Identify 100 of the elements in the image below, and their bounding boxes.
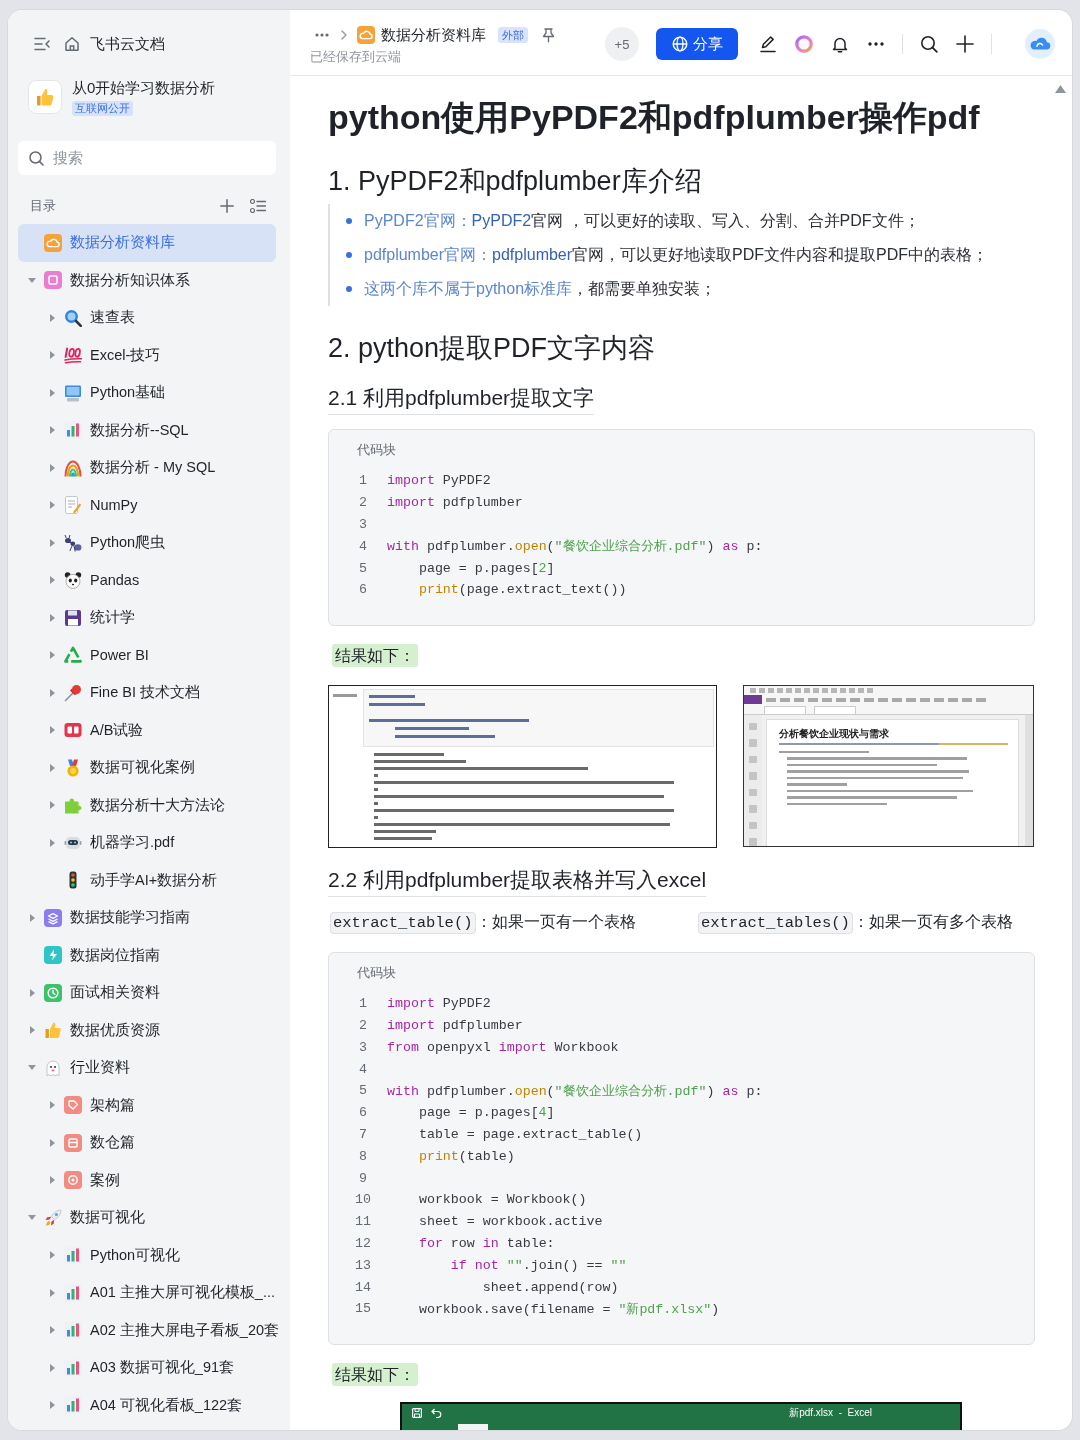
caret-icon[interactable] — [49, 388, 55, 397]
tree-item[interactable]: Excel-技巧 — [18, 336, 276, 374]
tree-item[interactable]: 数据分析 - My SQL — [18, 449, 276, 487]
pin-icon[interactable] — [542, 27, 555, 43]
rocket-icon — [44, 1208, 62, 1227]
line-number: 7 — [358, 1126, 368, 1142]
line-number: 5 — [358, 560, 368, 576]
caret-icon[interactable] — [49, 1138, 55, 1147]
pencil-icon[interactable] — [759, 35, 777, 53]
tree-item[interactable]: 数仓篇 — [18, 1124, 276, 1162]
search-field[interactable]: 搜索 — [18, 141, 276, 175]
list-settings-icon[interactable] — [250, 199, 266, 213]
tree-item[interactable]: 面试相关资料 — [18, 974, 276, 1012]
tree-item[interactable]: Python可视化 — [18, 1236, 276, 1274]
caret-icon[interactable] — [49, 351, 55, 360]
link[interactable]: PyPDF2官网： — [364, 211, 472, 229]
tree-item[interactable]: 数据优质资源 — [18, 1011, 276, 1049]
caret-icon[interactable] — [49, 1101, 55, 1110]
caret-icon[interactable] — [49, 1326, 55, 1335]
caret-icon[interactable] — [49, 651, 55, 660]
line-number: 14 — [354, 1279, 372, 1295]
app-title[interactable]: 飞书云文档 — [90, 34, 165, 54]
tree-item[interactable]: 数据分析资料库 — [18, 224, 276, 262]
caret-icon[interactable] — [29, 913, 35, 922]
caret-icon[interactable] — [49, 538, 55, 547]
tree-item[interactable]: A/B试验 — [18, 711, 276, 749]
home-icon[interactable] — [64, 36, 80, 52]
tree-item[interactable]: 行业资料 — [18, 1049, 276, 1087]
tree-item[interactable]: 数据分析--SQL — [18, 411, 276, 449]
caret-icon[interactable] — [49, 688, 55, 697]
tree-item[interactable]: Python基础 — [18, 374, 276, 412]
tree-item[interactable]: 数据技能学习指南 — [18, 899, 276, 937]
link[interactable]: 这两个库不属于python标准库 — [364, 279, 573, 297]
caret-icon[interactable] — [49, 313, 55, 322]
caret-icon[interactable] — [49, 501, 55, 510]
link[interactable]: pdfplumber — [492, 245, 573, 263]
tree-item[interactable]: 动手学AI+数据分析 — [18, 861, 276, 899]
tree-item[interactable]: 数据可视化 — [18, 1199, 276, 1237]
caret-icon[interactable] — [29, 988, 35, 997]
code-line: workbook = Workbook() — [417, 1192, 587, 1208]
tree-item[interactable]: Power BI — [18, 636, 276, 674]
bell-icon[interactable] — [831, 35, 849, 53]
caret-icon[interactable] — [49, 763, 55, 772]
tree-item[interactable]: 速查表 — [18, 299, 276, 337]
caret-icon[interactable] — [49, 1176, 55, 1185]
bar-chart-icon — [64, 1396, 82, 1415]
code-line: sheet.append(row) — [481, 1279, 619, 1295]
caret-icon[interactable] — [49, 838, 55, 847]
link[interactable]: PyPDF2 — [471, 211, 532, 229]
memo-icon — [64, 496, 82, 515]
tree-item[interactable]: 统计学 — [18, 599, 276, 637]
bar-chart-icon — [64, 1321, 82, 1340]
save-icon[interactable] — [412, 1408, 422, 1419]
more-icon[interactable] — [868, 42, 884, 46]
link[interactable]: pdfplumber官网： — [364, 245, 493, 263]
caret-icon[interactable] — [28, 1065, 36, 1071]
tree-item[interactable]: A03 数据可视化_91套 — [18, 1349, 276, 1387]
tree-item[interactable]: A01 主推大屏可视化模板_... — [18, 1274, 276, 1312]
tree-item[interactable]: 数据岗位指南 — [18, 936, 276, 974]
caret-icon[interactable] — [49, 801, 55, 810]
caret-icon[interactable] — [49, 1251, 55, 1260]
lightning-tile-icon — [44, 946, 62, 965]
tree-item[interactable]: 机器学习.pdf — [18, 824, 276, 862]
caret-icon[interactable] — [49, 1401, 55, 1410]
line-number: 6 — [358, 1105, 368, 1121]
tree-item[interactable]: 数据分析十大方法论 — [18, 786, 276, 824]
scroll-up-icon[interactable] — [1055, 85, 1066, 93]
document-title[interactable]: 数据分析资料库 — [381, 25, 486, 45]
caret-icon[interactable] — [29, 1026, 35, 1035]
line-number: 2 — [358, 495, 368, 511]
code-line: import pdfplumber — [387, 495, 523, 511]
caret-icon[interactable] — [49, 463, 55, 472]
tree-item[interactable]: 数据可视化案例 — [18, 749, 276, 787]
caret-icon[interactable] — [49, 1288, 55, 1297]
tree-item[interactable]: Python爬虫 — [18, 524, 276, 562]
plus-icon[interactable] — [956, 35, 974, 53]
ring-icon[interactable] — [795, 35, 813, 53]
caret-icon[interactable] — [49, 426, 55, 435]
search-icon[interactable] — [920, 35, 938, 53]
share-button[interactable]: 分享 — [656, 28, 738, 60]
collapse-sidebar-icon[interactable] — [34, 37, 50, 51]
caret-icon[interactable] — [49, 1363, 55, 1372]
tree-item[interactable]: 架构篇 — [18, 1086, 276, 1124]
tree-item[interactable]: Fine BI 技术文档 — [18, 674, 276, 712]
tree-item[interactable]: 案例 — [18, 1161, 276, 1199]
tree-item[interactable]: A02 主推大屏电子看板_20套 — [18, 1311, 276, 1349]
caret-icon[interactable] — [28, 1215, 36, 1221]
tree-item[interactable]: A04 可视化看板_122套 — [18, 1386, 276, 1424]
caret-icon[interactable] — [49, 613, 55, 622]
bullet-icon — [346, 286, 352, 292]
collaborators-button[interactable]: +5 — [605, 27, 639, 61]
tree-item[interactable]: NumPy — [18, 486, 276, 524]
caret-icon[interactable] — [49, 576, 55, 585]
tree-item[interactable]: 数据分析知识体系 — [18, 261, 276, 299]
cloud-avatar-icon[interactable] — [1025, 29, 1055, 59]
undo-icon[interactable] — [431, 1408, 443, 1419]
code-line: page = p.pages[2] — [417, 560, 555, 576]
caret-icon[interactable] — [49, 726, 55, 735]
caret-icon[interactable] — [28, 277, 36, 283]
tree-item[interactable]: Pandas — [18, 561, 276, 599]
